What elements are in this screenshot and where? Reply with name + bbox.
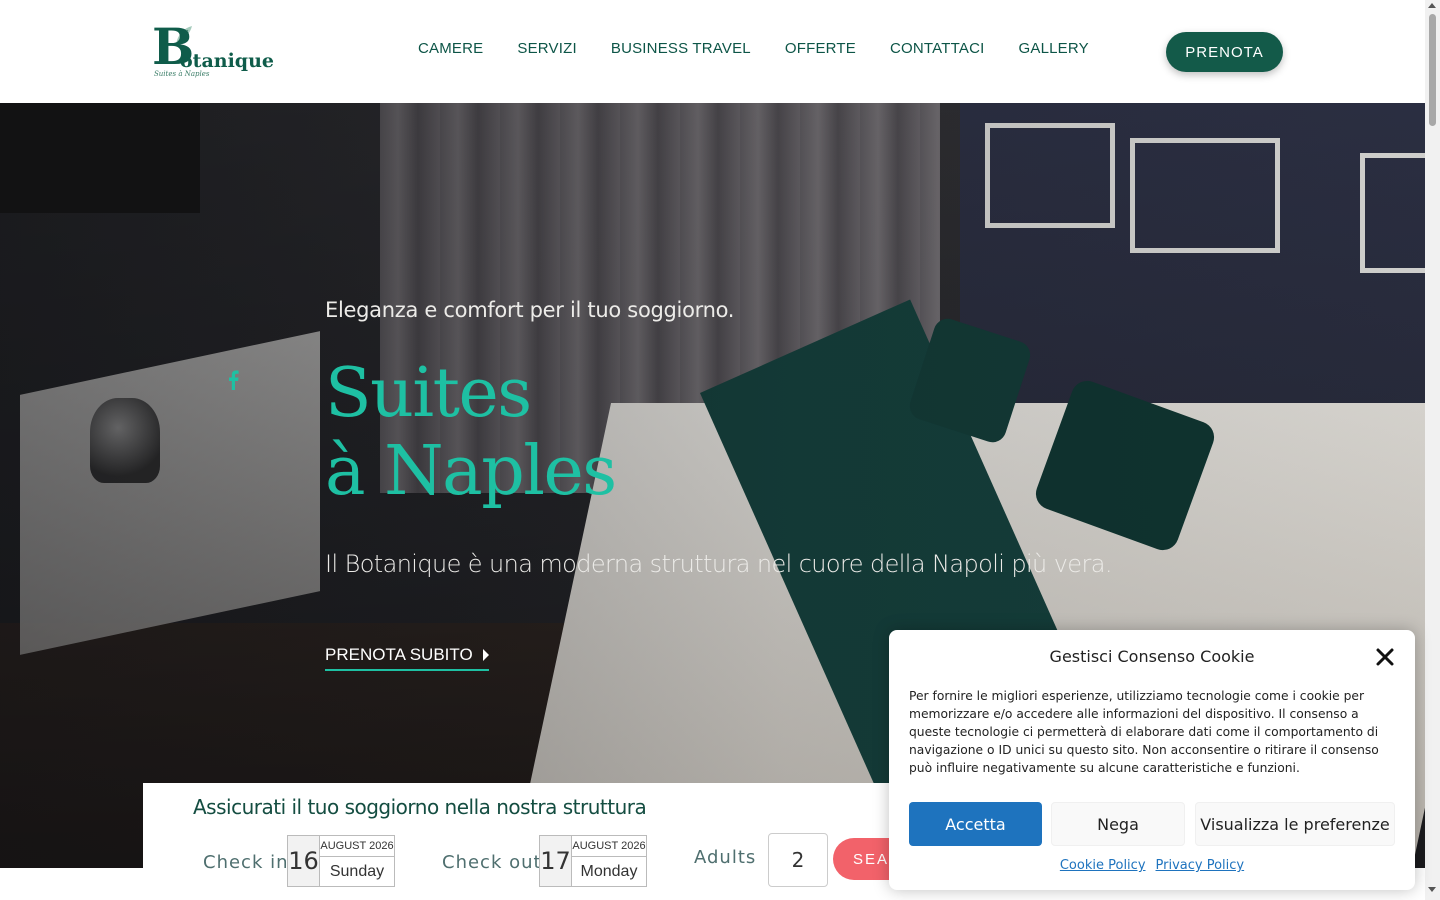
checkin-month: AUGUST 2026 [320, 836, 394, 857]
page-scrollbar[interactable] [1425, 0, 1440, 900]
checkout-label: Check out [442, 852, 542, 873]
nav-item-offerte[interactable]: OFFERTE [785, 40, 856, 57]
hero-eyebrow: Eleganza e comfort per il tuo soggiorno. [325, 298, 735, 322]
hero-subtitle: Il Botanique è una moderna struttura nel… [325, 550, 1112, 578]
hero-title-line-2: à Naples [325, 432, 617, 511]
booking-title: Assicurati il tuo soggiorno nella nostra… [193, 795, 647, 819]
prenota-button[interactable]: PRENOTA [1166, 32, 1283, 72]
cookie-consent-dialog: Gestisci Consenso Cookie Per fornire le … [889, 630, 1415, 890]
site-logo[interactable]: B otanique Suites à Naples [152, 22, 277, 82]
checkout-date-picker[interactable]: 17 AUGUST 2026 Monday [539, 835, 647, 887]
hero-title-line-1: Suites [325, 354, 532, 433]
adults-label: Adults [694, 847, 757, 868]
cookie-policy-links: Cookie Policy Privacy Policy [889, 858, 1415, 873]
cookie-dialog-title: Gestisci Consenso Cookie [1049, 647, 1255, 666]
cookie-dialog-text: Per fornire le migliori esperienze, util… [909, 689, 1379, 775]
nav-item-gallery[interactable]: GALLERY [1019, 40, 1089, 57]
privacy-policy-link[interactable]: Privacy Policy [1156, 858, 1245, 873]
prenota-subito-link[interactable]: PRENOTA SUBITO [325, 645, 489, 671]
checkin-day: 16 [288, 836, 320, 886]
checkout-month: AUGUST 2026 [572, 836, 646, 857]
logo-tagline: Suites à Naples [154, 70, 210, 78]
nav-item-contattaci[interactable]: CONTATTACI [890, 40, 985, 57]
scroll-down-arrow-icon[interactable] [1428, 887, 1436, 892]
logo-word: otanique [180, 50, 274, 72]
main-nav: CAMERE SERVIZI BUSINESS TRAVEL OFFERTE C… [418, 40, 1089, 57]
hero-title: Suites à Naples [325, 354, 617, 511]
play-arrow-icon [482, 649, 489, 661]
checkin-weekday: Sunday [329, 862, 385, 880]
close-icon[interactable] [1374, 646, 1396, 668]
checkin-label: Check in [203, 852, 289, 873]
adults-input[interactable]: 2 [768, 833, 828, 887]
view-preferences-button[interactable]: Visualizza le preferenze [1195, 802, 1395, 846]
checkin-date-picker[interactable]: 16 AUGUST 2026 Sunday [287, 835, 395, 887]
prenota-subito-label: PRENOTA SUBITO [325, 645, 473, 664]
scrollbar-thumb[interactable] [1429, 14, 1436, 126]
facebook-icon[interactable] [226, 370, 240, 390]
checkout-weekday: Monday [580, 862, 638, 880]
nav-item-business-travel[interactable]: BUSINESS TRAVEL [611, 40, 751, 57]
deny-button[interactable]: Nega [1051, 802, 1185, 846]
cookie-policy-link[interactable]: Cookie Policy [1060, 858, 1146, 873]
nav-item-servizi[interactable]: SERVIZI [517, 40, 576, 57]
site-header: B otanique Suites à Naples CAMERE SERVIZ… [0, 0, 1425, 103]
scroll-up-arrow-icon[interactable] [1428, 3, 1436, 8]
accept-button[interactable]: Accetta [909, 802, 1042, 846]
checkout-day: 17 [540, 836, 572, 886]
nav-item-camere[interactable]: CAMERE [418, 40, 483, 57]
